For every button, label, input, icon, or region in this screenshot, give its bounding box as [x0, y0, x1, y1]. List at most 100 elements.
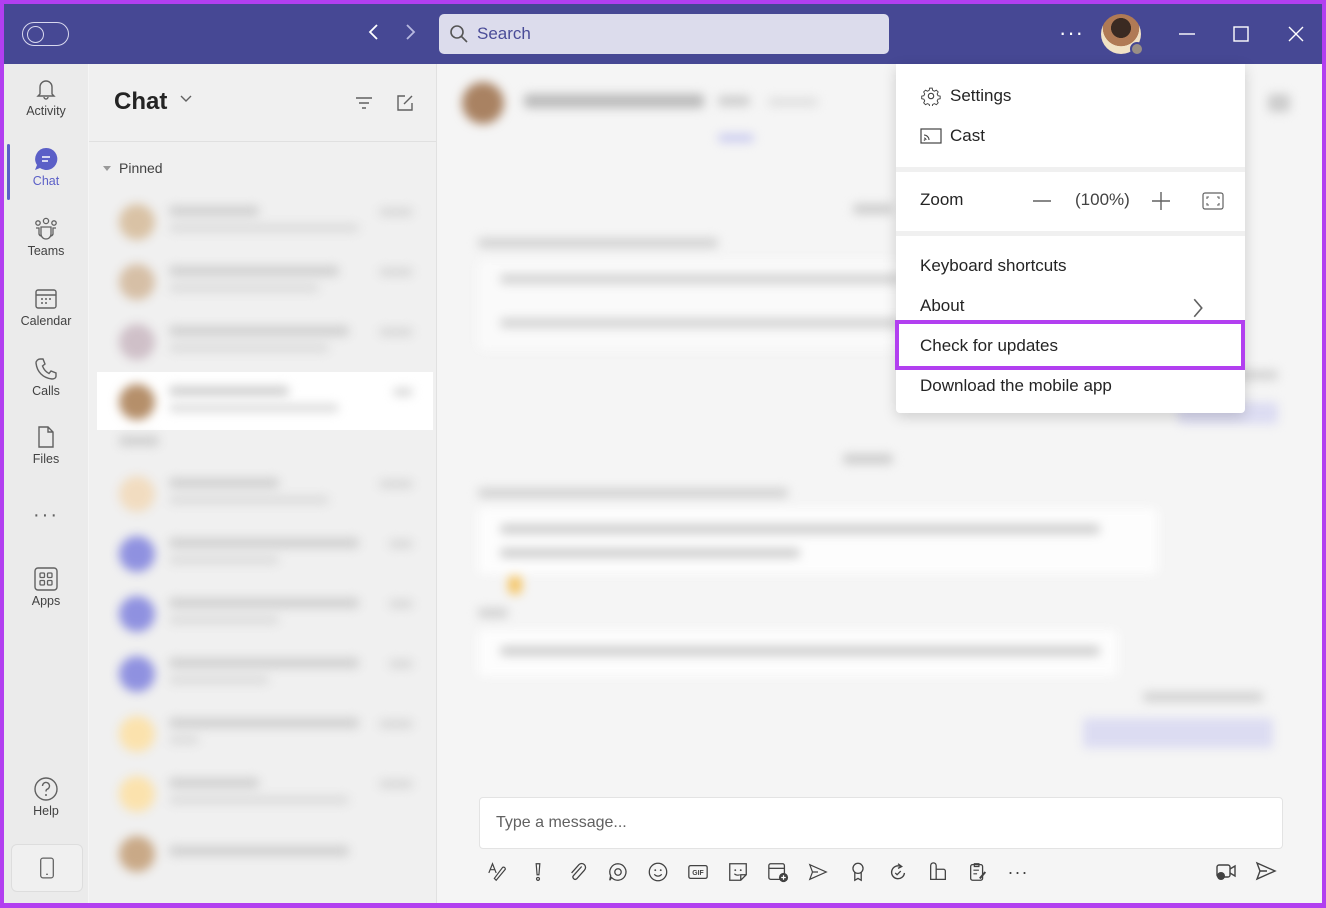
svg-text:GIF: GIF [692, 870, 703, 877]
menu-item-settings[interactable]: Settings [896, 76, 1245, 116]
new-chat-icon[interactable] [394, 92, 416, 114]
menu-item-keyboard-shortcuts[interactable]: Keyboard shortcuts [896, 246, 1245, 286]
chat-list-item[interactable] [97, 252, 433, 310]
more-apps-button[interactable]: ··· [1006, 860, 1030, 884]
menu-item-label: Download the mobile app [920, 376, 1112, 395]
file-icon [38, 426, 54, 448]
message-input[interactable] [496, 814, 1256, 832]
presence-badge [1130, 42, 1144, 56]
maximize-button[interactable] [1224, 18, 1258, 50]
mobile-phone-icon [40, 857, 54, 879]
rail-item-teams[interactable]: Teams [4, 216, 88, 282]
menu-item-download-mobile-app[interactable]: Download the mobile app [896, 366, 1245, 406]
rail-item-help[interactable]: Help [4, 776, 88, 842]
menu-item-about[interactable]: About [896, 286, 1245, 326]
menu-item-cast[interactable]: Cast [896, 116, 1245, 156]
video-clip-button[interactable] [1214, 859, 1238, 883]
teams-icon [35, 217, 57, 240]
search-box[interactable] [439, 14, 889, 54]
chevron-down-icon[interactable] [179, 94, 193, 104]
toggle-switch[interactable] [22, 22, 69, 46]
zoom-out-button[interactable] [1030, 189, 1054, 213]
schedule-send-button[interactable] [806, 860, 830, 884]
format-button[interactable] [486, 860, 510, 884]
rail-label: Calls [32, 384, 60, 398]
search-input[interactable] [477, 24, 857, 44]
menu-divider [896, 167, 1245, 172]
back-button[interactable] [363, 22, 385, 46]
refresh-icon [890, 863, 906, 880]
chevron-right-icon [406, 24, 416, 40]
message-compose-box[interactable] [479, 797, 1283, 849]
chat-list-item-selected[interactable] [97, 372, 433, 430]
rail-label: Help [33, 804, 59, 818]
more-options-button[interactable]: ··· [1059, 20, 1084, 46]
forward-button[interactable] [399, 22, 421, 46]
whiteboard-button[interactable] [926, 860, 950, 884]
emoji-button[interactable] [646, 860, 670, 884]
compose-toolbar: GIF ··· [486, 859, 1030, 885]
rail-label: Calendar [20, 314, 72, 328]
menu-item-label: Keyboard shortcuts [920, 256, 1067, 275]
menu-item-check-for-updates[interactable]: Check for updates [896, 326, 1245, 366]
chat-list-item[interactable] [97, 824, 433, 882]
zoom-control: Zoom (100%) [896, 176, 1245, 224]
chat-list-item[interactable] [97, 524, 433, 582]
apps-icon [34, 567, 58, 591]
filter-icon[interactable] [353, 92, 375, 114]
pinned-section-toggle[interactable]: Pinned [103, 160, 163, 176]
download-mobile-button[interactable] [11, 844, 83, 892]
chat-list-item[interactable] [97, 464, 433, 522]
sticker-button[interactable] [726, 860, 750, 884]
send-button[interactable] [1254, 859, 1278, 883]
bell-icon [36, 80, 56, 100]
caret-down-icon [103, 165, 111, 171]
menu-item-label: Check for updates [920, 336, 1058, 355]
rail-item-calls[interactable]: Calls [4, 356, 88, 422]
zoom-in-button[interactable] [1149, 189, 1173, 213]
chat-list-section-label [97, 432, 433, 452]
chat-list-item[interactable] [97, 704, 433, 762]
rail-item-activity[interactable]: Activity [4, 76, 88, 142]
loop-button[interactable] [606, 860, 630, 884]
attach-button[interactable] [566, 860, 590, 884]
gif-button[interactable]: GIF [686, 860, 710, 884]
chat-list-item[interactable] [97, 192, 433, 250]
more-icon: ··· [33, 504, 59, 526]
rail-label: Files [32, 452, 60, 466]
phone-icon [35, 358, 57, 380]
rail-item-chat[interactable]: Chat [4, 146, 88, 212]
help-icon [34, 777, 58, 801]
loop-icon [609, 863, 627, 881]
rail-item-apps[interactable]: Apps [4, 566, 88, 632]
settings-more-menu: Settings Cast Zoom (100%) Keyboard short… [895, 64, 1245, 413]
chat-list-item[interactable] [97, 312, 433, 370]
rail-label: Apps [31, 594, 61, 608]
rail-item-more[interactable]: ··· [4, 504, 88, 534]
chat-list-item[interactable] [97, 764, 433, 822]
praise-button[interactable] [846, 860, 870, 884]
close-button[interactable] [1279, 18, 1313, 50]
rail-label: Teams [27, 244, 65, 258]
chat-list-item[interactable] [97, 584, 433, 642]
chat-list-pane: Chat Pinned [89, 64, 437, 903]
rail-item-files[interactable]: Files [4, 424, 88, 490]
fullscreen-button[interactable] [1201, 189, 1225, 213]
zoom-label: Zoom [920, 190, 964, 209]
more-icon: ··· [1007, 861, 1029, 882]
minimize-button[interactable] [1170, 18, 1204, 50]
schedule-meeting-button[interactable] [766, 860, 790, 884]
whiteboard-icon [930, 862, 946, 880]
updates-button[interactable] [886, 860, 910, 884]
chat-list-title: Chat [114, 88, 168, 115]
priority-button[interactable] [526, 860, 550, 884]
chat-list-item[interactable] [97, 644, 433, 702]
forms-button[interactable] [966, 860, 990, 884]
close-icon [1288, 26, 1304, 42]
menu-item-label: About [920, 296, 965, 315]
chevron-right-icon [1193, 298, 1203, 318]
rail-item-calendar[interactable]: Calendar [4, 286, 88, 352]
cast-icon [920, 128, 942, 144]
clipboard-icon [970, 863, 987, 881]
user-avatar[interactable] [1101, 14, 1144, 56]
